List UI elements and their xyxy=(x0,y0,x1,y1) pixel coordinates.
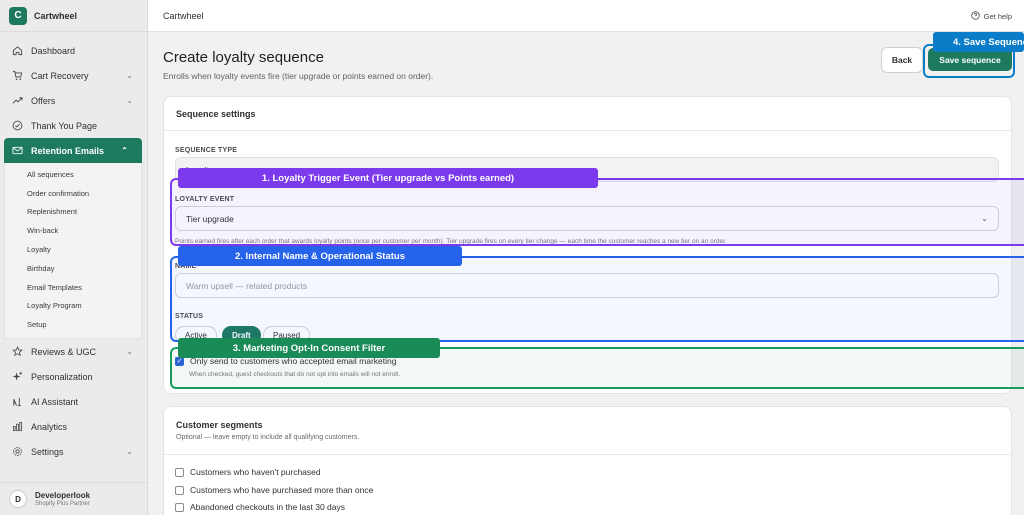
submenu-item-setup[interactable]: Setup xyxy=(5,315,141,334)
submenu-item-birthday[interactable]: Birthday xyxy=(5,259,141,278)
sidebar-item-ai-assistant[interactable]: AI Assistant xyxy=(0,389,147,414)
annotation-optin-label: 3. Marketing Opt-In Consent Filter xyxy=(178,338,440,358)
loyalty-event-value: Tier upgrade xyxy=(186,213,234,224)
ai-icon xyxy=(12,396,23,407)
sidebar-item-label: Retention Emails xyxy=(31,145,105,156)
app-logo: C xyxy=(9,6,27,25)
chevron-up-icon: ⌃ xyxy=(121,146,128,155)
back-button[interactable]: Back xyxy=(881,47,923,73)
segment-label: Customers who have purchased more than o… xyxy=(190,485,374,495)
sidebar-item-reviews-ugc[interactable]: Reviews & UGC ⌄ xyxy=(0,339,147,364)
avatar: D xyxy=(9,490,27,508)
sidebar-item-dashboard[interactable]: Dashboard xyxy=(0,38,147,63)
home-icon xyxy=(12,45,23,56)
segment-option[interactable]: Customers who have purchased more than o… xyxy=(175,485,373,495)
segment-label: Customers who haven't purchased xyxy=(190,467,321,477)
sidebar-item-cart-recovery[interactable]: Cart Recovery ⌄ xyxy=(0,63,147,88)
loyalty-event-label: LOYALTY EVENT xyxy=(175,196,235,203)
star-icon xyxy=(12,346,23,357)
chevron-down-icon: ⌄ xyxy=(126,96,133,105)
submenu-item-loyalty[interactable]: Loyalty xyxy=(5,240,141,259)
app-name: Cartwheel xyxy=(34,10,78,21)
get-help-label: Get help xyxy=(983,12,1012,21)
sidebar-nav: Dashboard Cart Recovery ⌄ Offers ⌄ Thank… xyxy=(0,32,147,464)
cart-icon xyxy=(12,70,23,81)
page-title: Create loyalty sequence xyxy=(163,49,324,66)
topbar-title: Cartwheel xyxy=(163,10,204,21)
sidebar-item-label: Reviews & UGC xyxy=(31,346,97,357)
get-help-link[interactable]: Get help xyxy=(970,11,1012,22)
submenu-item-win-back[interactable]: Win-back xyxy=(5,221,141,240)
gear-icon xyxy=(12,446,23,457)
annotation-trigger-label: 1. Loyalty Trigger Event (Tier upgrade v… xyxy=(178,168,598,188)
loyalty-event-help: Points earned fires after each order tha… xyxy=(175,238,727,245)
name-placeholder: Warm upsell — related products xyxy=(186,280,308,291)
user-name: Developerlook xyxy=(35,491,91,500)
mail-icon xyxy=(12,145,23,156)
trend-icon xyxy=(12,95,23,106)
retention-emails-submenu: All sequences Order confirmation Repleni… xyxy=(4,163,142,340)
name-input[interactable]: Warm upsell — related products xyxy=(175,273,999,298)
status-label: STATUS xyxy=(175,313,204,320)
sidebar-item-label: Offers xyxy=(31,95,56,106)
sequence-type-label: SEQUENCE TYPE xyxy=(175,147,238,154)
help-circle-icon xyxy=(970,11,980,22)
user-profile[interactable]: D Developerlook Shopify Plus Partner xyxy=(0,482,148,515)
sparkle-icon xyxy=(12,371,23,382)
customer-segments-card: Customer segments Optional — leave empty… xyxy=(163,406,1012,515)
submenu-item-loyalty-program[interactable]: Loyalty Program xyxy=(5,297,141,316)
divider xyxy=(164,454,1011,455)
brand[interactable]: C Cartwheel xyxy=(0,0,147,32)
loyalty-event-select[interactable]: Tier upgrade ⌄ xyxy=(175,206,999,231)
segments-subtitle: Optional — leave empty to include all qu… xyxy=(176,434,360,441)
sidebar-item-offers[interactable]: Offers ⌄ xyxy=(0,88,147,113)
sidebar-item-retention-emails[interactable]: Retention Emails ⌃ xyxy=(4,138,142,163)
annotation-save-label: 4. Save Sequence xyxy=(933,32,1024,52)
annotation-name-status-label: 2. Internal Name & Operational Status xyxy=(178,246,462,266)
check-circle-icon xyxy=(12,120,23,131)
top-bar: Cartwheel Get help xyxy=(148,0,1024,32)
submenu-item-replenishment[interactable]: Replenishment xyxy=(5,203,141,222)
sidebar-item-label: Personalization xyxy=(31,371,93,382)
user-role: Shopify Plus Partner xyxy=(35,501,90,507)
sidebar: C Cartwheel Dashboard Cart Recovery ⌄ Of… xyxy=(0,0,148,515)
chevron-down-icon: ⌄ xyxy=(126,447,133,457)
sidebar-item-label: Analytics xyxy=(31,421,68,432)
bar-chart-icon xyxy=(12,421,23,432)
sequence-settings-heading: Sequence settings xyxy=(164,97,1011,131)
chevron-down-icon: ⌄ xyxy=(981,214,988,223)
sidebar-item-label: AI Assistant xyxy=(31,396,79,407)
submenu-item-order-confirmation[interactable]: Order confirmation xyxy=(5,184,141,203)
sidebar-item-analytics[interactable]: Analytics xyxy=(0,414,147,439)
segment-checkbox[interactable] xyxy=(175,485,184,495)
chevron-down-icon: ⌄ xyxy=(126,71,133,80)
segment-option[interactable]: Customers who haven't purchased xyxy=(175,467,321,477)
sidebar-item-label: Settings xyxy=(31,446,64,457)
optin-help: When checked, guest checkouts that do no… xyxy=(189,371,401,378)
sidebar-item-label: Cart Recovery xyxy=(31,70,89,81)
sidebar-item-settings[interactable]: Settings ⌄ xyxy=(0,439,147,464)
page-subtitle: Enrolls when loyalty events fire (tier u… xyxy=(163,71,434,81)
sidebar-item-label: Thank You Page xyxy=(31,120,98,131)
segments-heading: Customer segments xyxy=(176,420,263,430)
segment-checkbox[interactable] xyxy=(175,467,184,477)
segment-option[interactable]: Abandoned checkouts in the last 30 days xyxy=(175,502,345,512)
submenu-item-all-sequences[interactable]: All sequences xyxy=(5,165,141,184)
segment-checkbox[interactable] xyxy=(175,502,184,512)
segment-label: Abandoned checkouts in the last 30 days xyxy=(190,502,345,512)
chevron-down-icon: ⌄ xyxy=(126,347,133,357)
sidebar-item-thank-you-page[interactable]: Thank You Page xyxy=(0,113,147,138)
sidebar-item-personalization[interactable]: Personalization xyxy=(0,364,147,389)
submenu-item-email-templates[interactable]: Email Templates xyxy=(5,278,141,297)
sidebar-item-label: Dashboard xyxy=(31,45,76,56)
